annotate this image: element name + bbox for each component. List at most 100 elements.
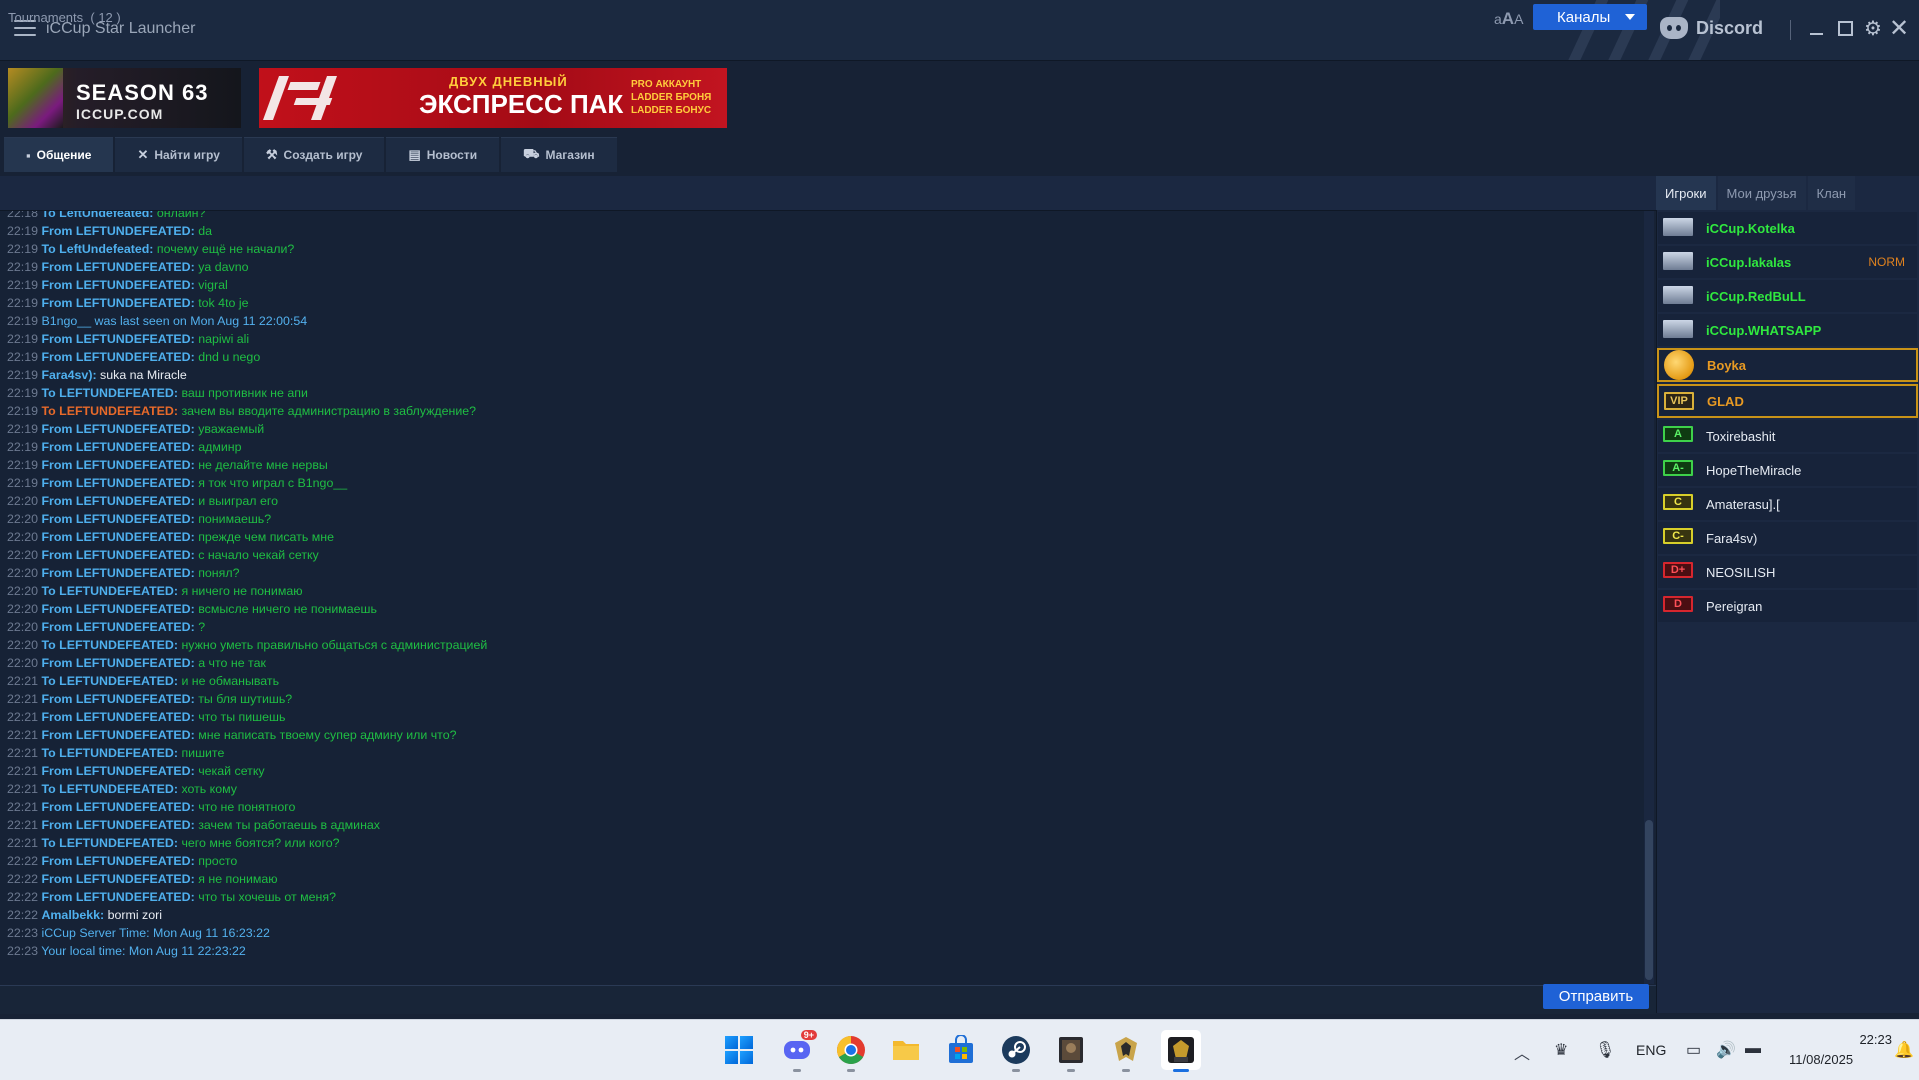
- player-name: Boyka: [1707, 357, 1747, 373]
- player-row[interactable]: iCCup.RedBuLL: [1658, 280, 1917, 312]
- steam-icon[interactable]: [996, 1030, 1036, 1072]
- message-sender[interactable]: From LEFTUNDEFEATED:: [41, 530, 194, 544]
- message-sender[interactable]: From LEFTUNDEFEATED:: [41, 296, 194, 310]
- tab-shop[interactable]: ⛟ Магазин: [501, 137, 617, 172]
- chat-log[interactable]: 22:18 To LeftUndefeated: онлайн? 22:19 Fr…: [0, 211, 1644, 984]
- chat-line: 22:21 From LEFTUNDEFEATED: чекай сетку: [7, 762, 487, 780]
- message-sender[interactable]: From LEFTUNDEFEATED:: [41, 854, 194, 868]
- message-sender[interactable]: From LEFTUNDEFEATED:: [41, 818, 194, 832]
- chat-scroll-thumb[interactable]: [1645, 820, 1653, 980]
- player-row[interactable]: iCCup.lakalas NORM: [1658, 246, 1917, 278]
- discord-taskbar-icon[interactable]: 9+: [777, 1030, 817, 1072]
- message-sender[interactable]: From LEFTUNDEFEATED:: [41, 422, 194, 436]
- windows-start-icon[interactable]: [719, 1030, 759, 1070]
- message-sender[interactable]: From LEFTUNDEFEATED:: [41, 620, 194, 634]
- chat-line: 22:19 From LEFTUNDEFEATED: dnd u nego: [7, 348, 487, 366]
- channels-dropdown-button[interactable]: Каналы: [1533, 4, 1647, 30]
- notification-bell-icon[interactable]: 🔔: [1894, 1040, 1914, 1060]
- chrome-icon[interactable]: [831, 1030, 871, 1072]
- message-sender[interactable]: From LEFTUNDEFEATED:: [41, 350, 194, 364]
- tab-my-friends[interactable]: Мои друзья: [1717, 176, 1806, 210]
- tab-chat[interactable]: ▪ Общение: [4, 137, 114, 172]
- message-sender[interactable]: To LEFTUNDEFEATED:: [41, 638, 178, 652]
- player-row[interactable]: D Pereigran: [1658, 590, 1917, 622]
- message-sender[interactable]: From LEFTUNDEFEATED:: [41, 656, 194, 670]
- tray-overflow-chevron-icon[interactable]: ︿: [1514, 1040, 1530, 1064]
- player-row[interactable]: Boyka: [1657, 348, 1918, 382]
- player-row[interactable]: C Amaterasu].[: [1658, 488, 1917, 520]
- message-sender[interactable]: From LEFTUNDEFEATED:: [41, 260, 194, 274]
- message-sender[interactable]: From LEFTUNDEFEATED:: [41, 224, 194, 238]
- message-sender[interactable]: From LEFTUNDEFEATED:: [41, 764, 194, 778]
- network-icon[interactable]: ▭: [1686, 1040, 1701, 1060]
- message-sender[interactable]: To LeftUndefeated:: [41, 211, 153, 220]
- send-button[interactable]: Отправить: [1543, 984, 1649, 1009]
- chat-message-input[interactable]: [4, 987, 1538, 1011]
- player-row[interactable]: C- Fara4sv): [1658, 522, 1917, 554]
- font-size-icon[interactable]: aAA: [1494, 9, 1523, 29]
- player-row[interactable]: iCCup.WHATSAPP: [1658, 314, 1917, 346]
- message-sender[interactable]: To LEFTUNDEFEATED:: [41, 404, 178, 418]
- rank-badge-icon: D+: [1663, 562, 1693, 578]
- minimize-icon: [1809, 33, 1823, 35]
- message-sender[interactable]: From LEFTUNDEFEATED:: [41, 692, 194, 706]
- gaming-app-icon[interactable]: [1106, 1030, 1146, 1072]
- message-sender[interactable]: From LEFTUNDEFEATED:: [41, 332, 194, 346]
- game-launcher-icon[interactable]: [1051, 1030, 1091, 1072]
- message-sender[interactable]: Amalbekk:: [41, 908, 104, 922]
- message-time: 22:19: [7, 224, 39, 238]
- player-row[interactable]: D+ NEOSILISH: [1658, 556, 1917, 588]
- game-tray-icon[interactable]: ♛: [1554, 1040, 1568, 1060]
- tab-news[interactable]: ▤ Новости: [386, 137, 500, 172]
- message-sender[interactable]: To LEFTUNDEFEATED:: [41, 386, 178, 400]
- message-time: 22:21: [7, 764, 39, 778]
- message-sender[interactable]: From LEFTUNDEFEATED:: [41, 494, 194, 508]
- player-row[interactable]: A Toxirebashit: [1658, 420, 1917, 452]
- message-sender[interactable]: To LEFTUNDEFEATED:: [41, 674, 178, 688]
- message-sender[interactable]: From LEFTUNDEFEATED:: [41, 872, 194, 886]
- season-banner[interactable]: SEASON 63 ICCUP.COM: [8, 68, 241, 128]
- player-row[interactable]: A- HopeTheMiracle: [1658, 454, 1917, 486]
- message-sender[interactable]: From LEFTUNDEFEATED:: [41, 602, 194, 616]
- clock-date[interactable]: 11/08/2025: [1789, 1052, 1853, 1067]
- message-sender[interactable]: From LEFTUNDEFEATED:: [41, 890, 194, 904]
- tab-find-game[interactable]: ✕ Найти игру: [115, 137, 242, 172]
- message-sender[interactable]: To LeftUndefeated:: [41, 242, 153, 256]
- message-sender[interactable]: From LEFTUNDEFEATED:: [41, 566, 194, 580]
- volume-icon[interactable]: 🔊: [1716, 1040, 1736, 1060]
- player-name: Toxirebashit: [1706, 428, 1776, 444]
- discord-button[interactable]: Discord: [1660, 17, 1763, 39]
- input-language[interactable]: ENG: [1636, 1042, 1666, 1058]
- microsoft-store-icon[interactable]: [941, 1030, 981, 1070]
- message-sender[interactable]: From LEFTUNDEFEATED:: [41, 512, 194, 526]
- message-sender[interactable]: To LEFTUNDEFEATED:: [41, 746, 178, 760]
- express-pack-banner[interactable]: ДВУХ ДНЕВНЫЙ ЭКСПРЕСС ПАК PRO АККАУНТ LA…: [259, 68, 727, 128]
- message-sender[interactable]: To LEFTUNDEFEATED:: [41, 782, 178, 796]
- message-sender[interactable]: To LEFTUNDEFEATED:: [41, 584, 178, 598]
- file-explorer-icon[interactable]: [886, 1030, 926, 1070]
- message-sender[interactable]: From LEFTUNDEFEATED:: [41, 440, 194, 454]
- minimize-button[interactable]: [1805, 16, 1827, 40]
- microphone-icon[interactable]: 🎙: [1595, 1040, 1615, 1060]
- message-sender[interactable]: From LEFTUNDEFEATED:: [41, 458, 194, 472]
- maximize-button[interactable]: [1834, 16, 1856, 40]
- close-button[interactable]: ✕: [1888, 15, 1910, 42]
- tab-create-game[interactable]: ⚒ Создать игру: [243, 137, 385, 172]
- settings-button[interactable]: ⚙: [1862, 16, 1884, 40]
- message-sender[interactable]: From LEFTUNDEFEATED:: [41, 728, 194, 742]
- message-sender[interactable]: Fara4sv):: [41, 368, 96, 382]
- message-time: 22:20: [7, 494, 39, 508]
- clock-time[interactable]: 22:23: [1832, 1032, 1892, 1047]
- battery-icon[interactable]: ▬: [1745, 1040, 1761, 1058]
- message-sender[interactable]: From LEFTUNDEFEATED:: [41, 800, 194, 814]
- iccup-launcher-icon[interactable]: [1161, 1030, 1201, 1072]
- message-sender[interactable]: From LEFTUNDEFEATED:: [41, 278, 194, 292]
- message-sender[interactable]: To LEFTUNDEFEATED:: [41, 836, 178, 850]
- message-sender[interactable]: From LEFTUNDEFEATED:: [41, 476, 194, 490]
- player-row[interactable]: VIP GLAD: [1657, 384, 1918, 418]
- message-sender[interactable]: From LEFTUNDEFEATED:: [41, 710, 194, 724]
- player-row[interactable]: iCCup.Kotelka: [1658, 212, 1917, 244]
- message-sender[interactable]: From LEFTUNDEFEATED:: [41, 548, 194, 562]
- tab-players[interactable]: Игроки: [1656, 176, 1716, 210]
- tab-clan[interactable]: Клан: [1807, 176, 1856, 210]
